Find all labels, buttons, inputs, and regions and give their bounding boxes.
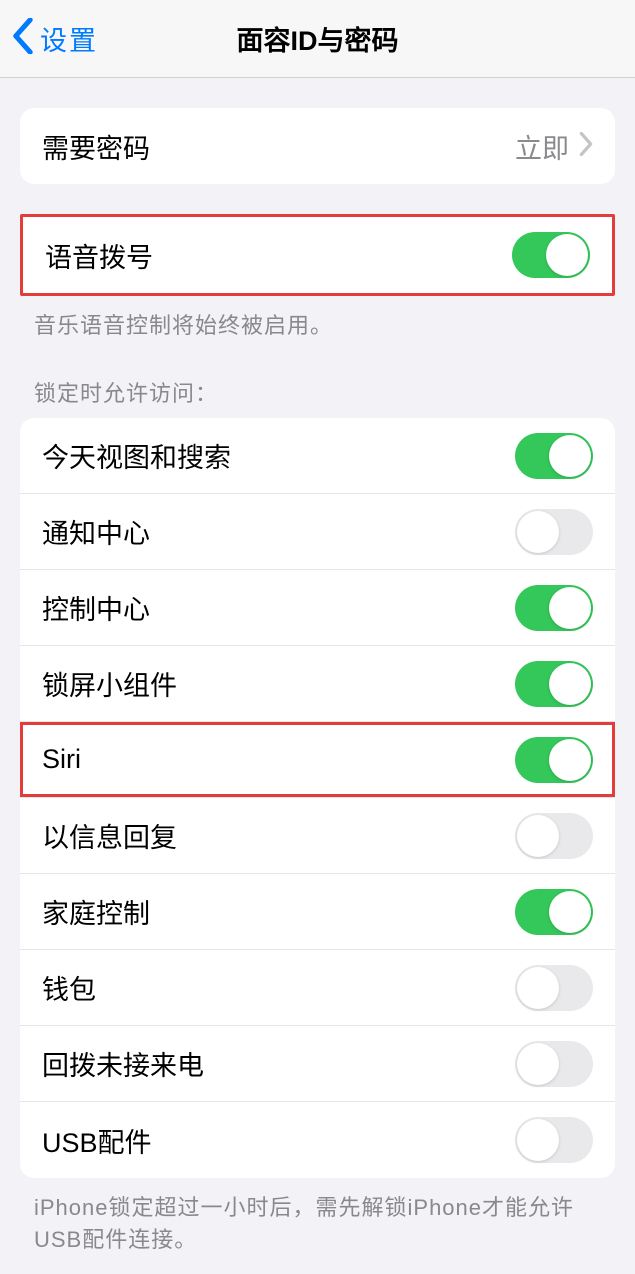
lock-row-label: 控制中心 [42,588,150,627]
voice-dial-toggle[interactable] [512,232,590,278]
lock-row-label: 以信息回复 [42,816,177,855]
lock-section-footer: iPhone锁定超过一小时后，需先解锁iPhone才能允许USB配件连接。 [34,1190,601,1254]
lock-row-toggle[interactable] [515,585,593,631]
lock-row-label: 通知中心 [42,512,150,551]
lock-row-label: 家庭控制 [42,892,150,931]
lock-row-8: 回拨未接来电 [20,1026,615,1102]
voice-dial-row: 语音拨号 [23,217,612,293]
lock-row-toggle[interactable] [515,965,593,1011]
page-title: 面容ID与密码 [237,19,399,58]
lock-row-4: Siri [20,722,615,798]
back-label: 设置 [40,19,98,58]
passcode-group: 需要密码 立即 [20,108,615,184]
lock-row-label: 钱包 [42,968,96,1007]
lock-row-toggle[interactable] [515,889,593,935]
lock-row-toggle[interactable] [515,1041,593,1087]
lock-row-toggle[interactable] [515,509,593,555]
lock-row-2: 控制中心 [20,570,615,646]
lock-row-toggle[interactable] [515,433,593,479]
require-passcode-value: 立即 [515,127,569,166]
navbar: 设置 面容ID与密码 [0,0,635,78]
lock-row-toggle[interactable] [515,1117,593,1163]
lock-row-label: 回拨未接来电 [42,1044,204,1083]
lock-row-1: 通知中心 [20,494,615,570]
lock-row-toggle[interactable] [515,737,593,783]
require-passcode-row[interactable]: 需要密码 立即 [20,108,615,184]
lock-section-header: 锁定时允许访问： [34,376,601,408]
lock-row-6: 家庭控制 [20,874,615,950]
lock-row-9: USB配件 [20,1102,615,1178]
lock-row-toggle[interactable] [515,661,593,707]
voice-dial-footer: 音乐语音控制将始终被启用。 [34,308,601,340]
voice-dial-label: 语音拨号 [45,236,153,275]
back-button[interactable]: 设置 [12,18,98,59]
lock-row-label: 今天视图和搜索 [42,436,231,475]
lock-row-label: 锁屏小组件 [42,664,177,703]
lock-row-3: 锁屏小组件 [20,646,615,722]
chevron-left-icon [12,18,34,59]
lock-row-label: USB配件 [42,1121,152,1160]
lock-row-7: 钱包 [20,950,615,1026]
voice-dial-group: 语音拨号 [20,214,615,296]
lock-row-label: Siri [42,744,81,775]
chevron-right-icon [579,132,593,161]
lock-row-5: 以信息回复 [20,798,615,874]
lock-access-group: 今天视图和搜索通知中心控制中心锁屏小组件 Siri 以信息回复家庭控制钱包回拨未接来… [20,418,615,1178]
lock-row-0: 今天视图和搜索 [20,418,615,494]
lock-row-toggle[interactable] [515,813,593,859]
require-passcode-label: 需要密码 [42,127,150,166]
